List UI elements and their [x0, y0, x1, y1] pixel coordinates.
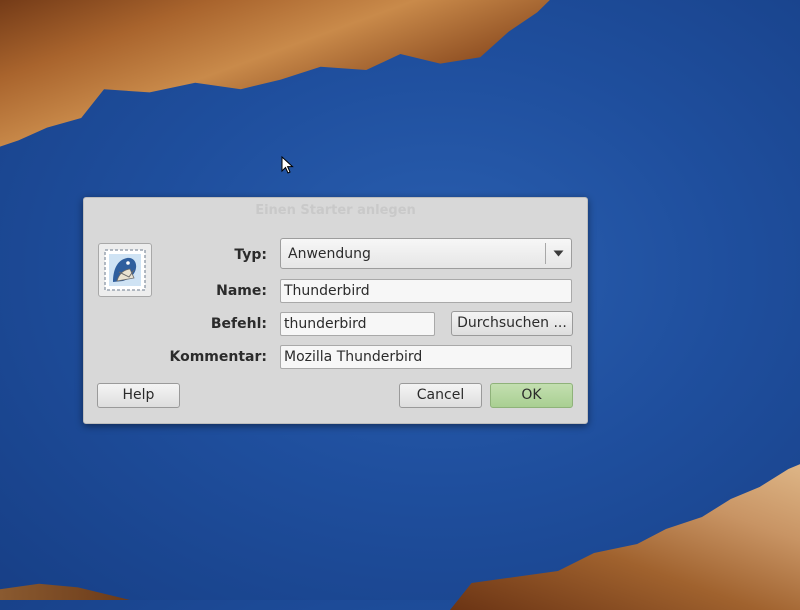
desktop-wallpaper-rock-top — [0, 0, 560, 150]
thunderbird-stamp-icon — [104, 249, 146, 291]
type-dropdown-value: Anwendung — [288, 245, 371, 262]
help-button[interactable]: Help — [97, 383, 180, 408]
name-label: Name: — [216, 283, 267, 299]
command-input[interactable]: thunderbird — [280, 312, 435, 336]
desktop-wallpaper-rock-bottom — [450, 460, 800, 610]
chevron-down-icon[interactable] — [546, 250, 571, 257]
type-label: Typ: — [234, 247, 267, 263]
create-launcher-dialog: Einen Starter anlegen Typ: Anwendung Nam… — [83, 197, 588, 424]
desktop-wallpaper-rock-corner — [0, 583, 130, 600]
dialog-title: Einen Starter anlegen — [255, 203, 416, 218]
launcher-icon-button[interactable] — [98, 243, 152, 297]
command-label: Befehl: — [210, 316, 267, 332]
comment-input[interactable]: Mozilla Thunderbird — [280, 345, 572, 369]
browse-button[interactable]: Durchsuchen ... — [451, 311, 573, 336]
name-input[interactable]: Thunderbird — [280, 279, 572, 303]
ok-button[interactable]: OK — [490, 383, 573, 408]
type-dropdown[interactable]: Anwendung — [280, 238, 572, 269]
cancel-button[interactable]: Cancel — [399, 383, 482, 408]
mouse-cursor-icon — [281, 156, 294, 174]
comment-label: Kommentar: — [169, 349, 267, 365]
